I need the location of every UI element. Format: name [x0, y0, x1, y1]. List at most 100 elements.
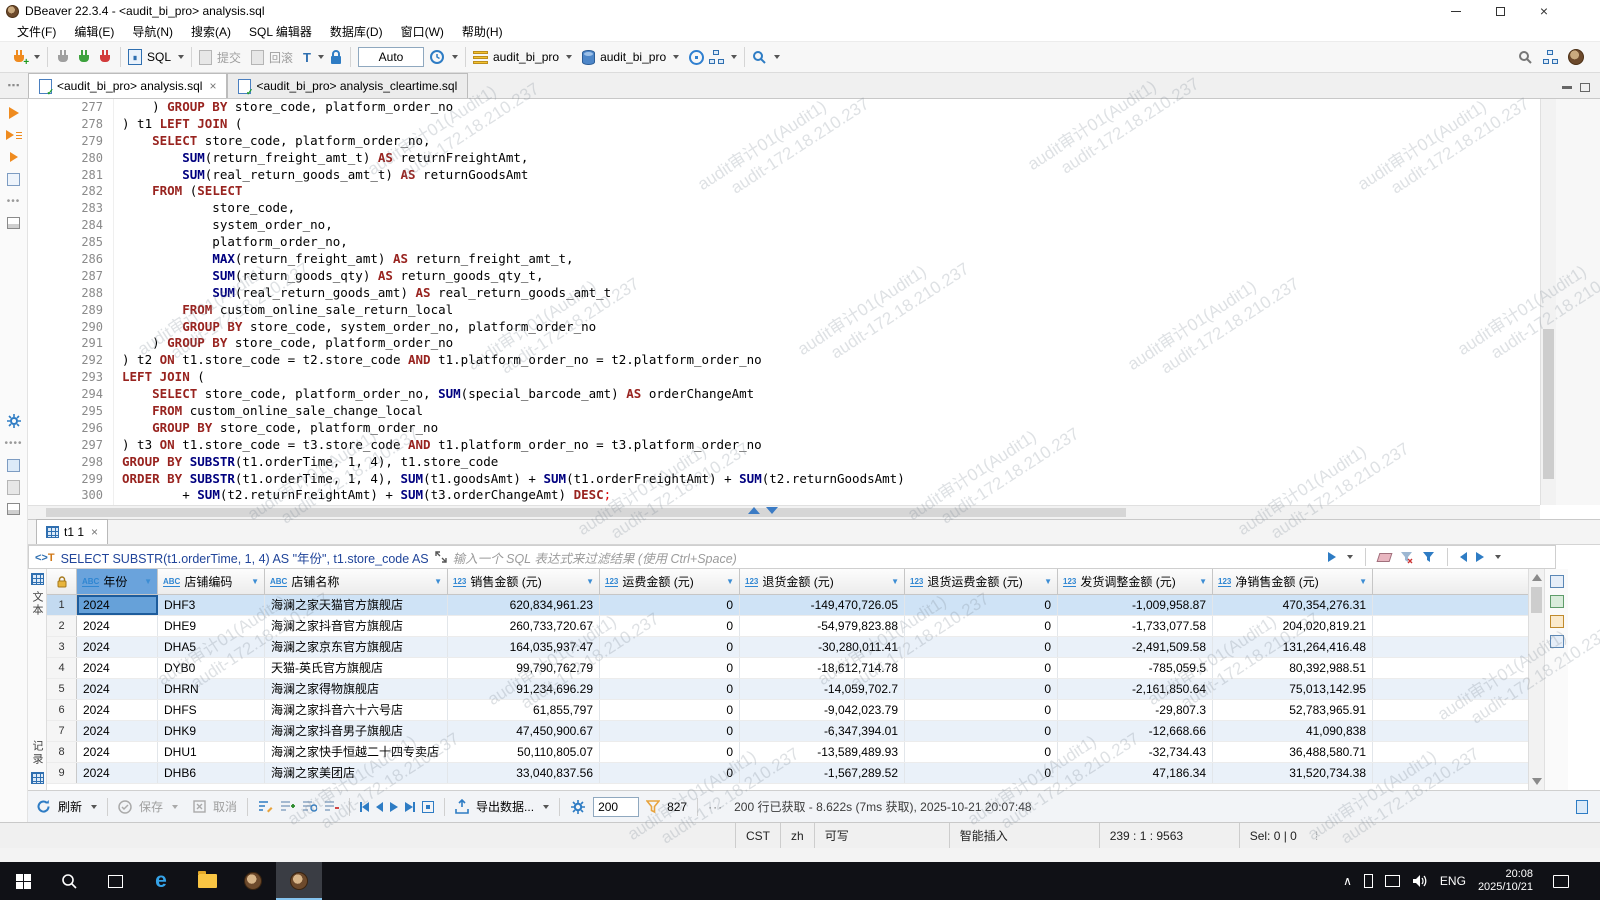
cell[interactable]: 91,234,696.29	[448, 679, 600, 699]
task-view-button[interactable]	[92, 862, 138, 900]
tray-expand-icon[interactable]: ∧	[1343, 874, 1352, 888]
start-button[interactable]	[0, 862, 46, 900]
cell[interactable]: 620,834,961.23	[448, 595, 600, 615]
row-number-cell[interactable]: 4	[47, 658, 77, 678]
menu-item-1[interactable]: 编辑(E)	[65, 21, 123, 42]
scroll-down-icon[interactable]	[1532, 778, 1542, 785]
cell[interactable]: 0	[905, 742, 1058, 762]
column-filter-dropdown-icon[interactable]: ▼	[891, 577, 899, 586]
record-icon[interactable]	[31, 772, 44, 784]
restore-panel-icon[interactable]: ▪▪▪	[0, 72, 28, 98]
schema-tree-dropdown[interactable]	[731, 55, 737, 59]
code-line[interactable]: FROM custom_online_sale_return_local	[122, 302, 1540, 319]
close-button[interactable]: ×	[1522, 0, 1566, 22]
commit-button[interactable]: 提交	[194, 49, 246, 66]
row-number-cell[interactable]: 6	[47, 700, 77, 720]
cell[interactable]: 0	[600, 679, 740, 699]
cell[interactable]: 2024	[77, 637, 158, 657]
cell[interactable]: 2024	[77, 616, 158, 636]
cell[interactable]: 470,354,276.31	[1213, 595, 1373, 615]
more-actions-icon[interactable]: •••	[5, 192, 23, 210]
cell[interactable]: 2024	[77, 679, 158, 699]
cell[interactable]: 海澜之家天猫官方旗舰店	[265, 595, 448, 615]
cell[interactable]: DYB0	[158, 658, 265, 678]
cell[interactable]: -785,059.5	[1058, 658, 1213, 678]
grid-presentation-icon[interactable]	[31, 573, 44, 585]
language-indicator[interactable]: zh	[780, 823, 814, 848]
settings-gear-icon[interactable]	[5, 412, 23, 430]
expand-filter-icon[interactable]	[435, 551, 447, 563]
cell[interactable]: 61,855,797	[448, 700, 600, 720]
next-row-icon[interactable]	[390, 802, 398, 812]
cell[interactable]: 52,783,965.91	[1213, 700, 1373, 720]
tab-analysis-sql[interactable]: <audit_bi_pro> analysis.sql ×	[28, 73, 227, 98]
taskbar-clock[interactable]: 20:08 2025/10/21	[1478, 868, 1533, 894]
edge-button[interactable]: e	[138, 862, 184, 900]
cell[interactable]: 0	[905, 658, 1058, 678]
cell[interactable]: 47,186.34	[1058, 763, 1213, 783]
grid-vertical-scrollbar[interactable]	[1528, 569, 1544, 790]
column-filter-dropdown-icon[interactable]: ▼	[1044, 577, 1052, 586]
add-row-icon[interactable]	[280, 800, 295, 813]
cell[interactable]: 2024	[77, 742, 158, 762]
column-header-4[interactable]: 123销售金额 (元)▼	[448, 569, 600, 594]
cell[interactable]: 50,110,805.07	[448, 742, 600, 762]
filter-expression-text[interactable]: SELECT SUBSTR(t1.orderTime, 1, 4) AS "年份…	[61, 548, 429, 567]
status-overflow-icon[interactable]: ···	[708, 800, 723, 814]
cell[interactable]: 0	[600, 700, 740, 720]
column-filter-dropdown-icon[interactable]: ▼	[434, 577, 442, 586]
insert-mode-indicator[interactable]: 智能插入	[949, 823, 1099, 848]
dbeaver-taskbar-button-active[interactable]	[276, 862, 322, 900]
cell[interactable]: -9,042,023.79	[740, 700, 905, 720]
volume-icon[interactable]	[1412, 874, 1428, 888]
code-line[interactable]: SUM(return_freight_amt_t) AS returnFreig…	[122, 150, 1540, 167]
cell[interactable]: -13,589,489.93	[740, 742, 905, 762]
erase-filter-icon[interactable]	[1377, 553, 1393, 562]
column-header-8[interactable]: 123发货调整金额 (元)▼	[1058, 569, 1213, 594]
previous-row-icon[interactable]	[376, 802, 383, 812]
cell[interactable]: DHE9	[158, 616, 265, 636]
minimize-button[interactable]	[1434, 0, 1478, 22]
last-row-icon[interactable]	[405, 802, 415, 812]
filter-dropdown[interactable]	[1347, 555, 1353, 559]
column-header-6[interactable]: 123退货金额 (元)▼	[740, 569, 905, 594]
rollback-button[interactable]: 回滚	[246, 49, 298, 66]
cell[interactable]: 2024	[77, 595, 158, 615]
code-line[interactable]: ORDER BY SUBSTR(t1.orderTime, 1, 4), SUM…	[122, 471, 1540, 488]
menu-item-2[interactable]: 导航(N)	[123, 21, 182, 42]
action-center-icon[interactable]	[1553, 875, 1569, 888]
write-mode-indicator[interactable]: 可写	[814, 823, 949, 848]
cancel-button[interactable]: 取消	[213, 798, 237, 815]
save-button[interactable]: 保存	[139, 798, 163, 815]
cell[interactable]: -29,807.3	[1058, 700, 1213, 720]
go-to-row-icon[interactable]	[422, 801, 434, 813]
row-number-cell[interactable]: 1	[47, 595, 77, 615]
row-count-value[interactable]: 827	[667, 800, 687, 814]
column-filter-dropdown-icon[interactable]: ▼	[726, 577, 734, 586]
code-line[interactable]: GROUP BY SUBSTR(t1.orderTime, 1, 4), t1.…	[122, 454, 1540, 471]
cell[interactable]: 41,090,838	[1213, 721, 1373, 741]
cell[interactable]: 海澜之家快手恒越二十四专卖店	[265, 742, 448, 762]
cell[interactable]: 0	[600, 742, 740, 762]
filter-history-dropdown[interactable]	[1495, 555, 1501, 559]
row-count-funnel-icon[interactable]	[646, 800, 660, 814]
cell[interactable]: 海澜之家美团店	[265, 763, 448, 783]
cell[interactable]: DHRN	[158, 679, 265, 699]
column-header-1[interactable]: ABC年份▼	[77, 569, 158, 594]
menu-item-7[interactable]: 帮助(H)	[453, 21, 512, 42]
taskbar-search-button[interactable]	[46, 862, 92, 900]
execute-new-tab-icon[interactable]	[5, 148, 23, 166]
disconnect-icon[interactable]	[97, 49, 113, 65]
tab-analysis-cleartime-sql[interactable]: <audit_bi_pro> analysis_cleartime.sql	[227, 73, 468, 98]
schema-tree-icon[interactable]	[709, 50, 724, 65]
cell[interactable]: 33,040,837.56	[448, 763, 600, 783]
value-viewer-panel-icon[interactable]	[1550, 575, 1564, 588]
scroll-up-icon[interactable]	[1532, 574, 1542, 581]
sql-editor[interactable]: 2772782792802812822832842852862872882892…	[28, 99, 1540, 505]
cell[interactable]: DHB6	[158, 763, 265, 783]
minimize-editor-icon[interactable]	[1562, 86, 1572, 89]
cell[interactable]: -149,470,726.05	[740, 595, 905, 615]
cell[interactable]: -12,668.66	[1058, 721, 1213, 741]
code-line[interactable]: GROUP BY store_code, platform_order_no	[122, 420, 1540, 437]
toggle-panel-icon[interactable]	[5, 214, 23, 232]
